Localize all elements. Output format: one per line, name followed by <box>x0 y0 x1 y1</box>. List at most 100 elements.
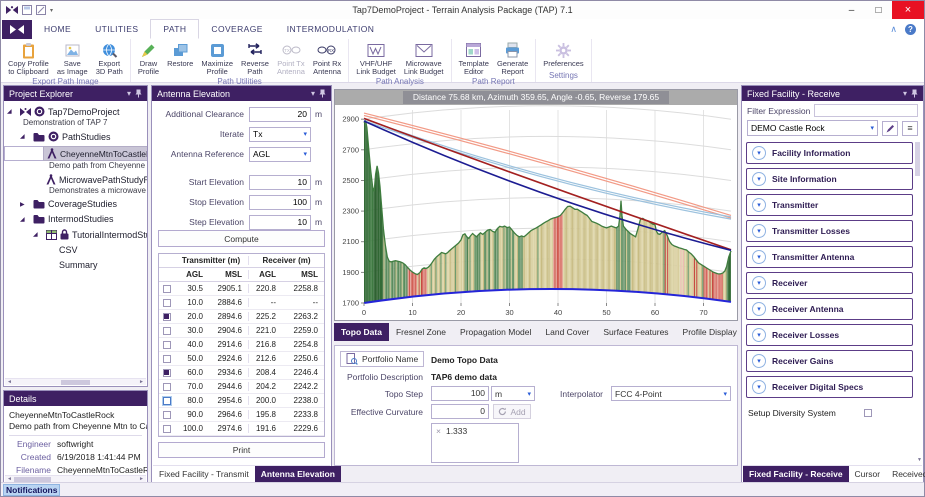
compute-button[interactable]: Compute <box>158 230 325 247</box>
qat-dropdown-arrow-icon[interactable]: ▾ <box>50 7 53 14</box>
table-row[interactable]: 40.02914.6216.82254.8 <box>159 338 324 352</box>
table-row[interactable]: 60.02934.6208.42246.4 <box>159 366 324 380</box>
expander-open-icon[interactable]: ◢ <box>20 216 30 223</box>
curvature-list[interactable]: ×1.333 <box>431 423 519 463</box>
row-checkbox[interactable] <box>163 299 171 307</box>
pin-icon[interactable] <box>319 89 326 98</box>
ribbon-button-draw-profile[interactable]: DrawProfile <box>134 40 163 76</box>
table-row[interactable]: 90.02964.6195.82233.8 <box>159 408 324 422</box>
row-checkbox[interactable] <box>163 397 171 405</box>
expand-section-icon[interactable]: ▾ <box>752 146 766 160</box>
qat-save-as-icon[interactable] <box>36 5 46 15</box>
ribbon-tab-coverage[interactable]: COVERAGE <box>199 19 274 39</box>
tab-received-field[interactable]: Received Field <box>886 466 925 482</box>
close-button[interactable]: × <box>892 1 924 19</box>
table-row[interactable]: 70.02944.6204.22242.2 <box>159 380 324 394</box>
expand-section-icon[interactable]: ▾ <box>752 172 766 186</box>
expand-section-icon[interactable]: ▾ <box>752 224 766 238</box>
table-row[interactable]: 30.02904.6221.02259.0 <box>159 324 324 338</box>
section-receiver[interactable]: ▾Receiver <box>746 272 913 294</box>
details-hscrollbar[interactable]: ◄► <box>5 475 146 482</box>
start-elevation-input[interactable]: 10 <box>249 175 311 190</box>
table-row[interactable]: 50.02924.6212.62250.6 <box>159 352 324 366</box>
row-checkbox[interactable] <box>163 355 171 363</box>
panel-menu-icon[interactable]: ▾ <box>311 89 315 98</box>
remove-icon[interactable]: × <box>436 426 441 436</box>
step-elevation-input[interactable]: 10 <box>249 215 311 230</box>
qat-save-icon[interactable] <box>22 5 32 15</box>
tree-item-coveragestudies[interactable]: ▶CoverageStudies <box>4 198 147 210</box>
ribbon-tab-home[interactable]: HOME <box>32 19 83 39</box>
ribbon-button-reverse-path[interactable]: ReversePath <box>237 40 273 76</box>
print-button[interactable]: Print <box>158 442 325 458</box>
tab-fixed-facility-receive[interactable]: Fixed Facility - Receive <box>743 466 849 482</box>
row-checkbox[interactable] <box>163 327 171 335</box>
ribbon-button-microwave-link-budget[interactable]: MicrowaveLink Budget <box>400 40 448 76</box>
facility-select[interactable]: DEMO Castle Rock▾ <box>747 120 878 136</box>
ribbon-button-preferences[interactable]: Preferences <box>539 40 587 68</box>
terrain-profile-plot[interactable]: 1700190021002300250027002900010203040506… <box>335 105 737 320</box>
scroll-right-icon[interactable]: ► <box>137 379 146 385</box>
expander-closed-icon[interactable]: ▶ <box>20 201 30 208</box>
expand-section-icon[interactable]: ▾ <box>752 250 766 264</box>
tab-profile-display[interactable]: Profile Display <box>676 323 744 341</box>
notifications-label[interactable]: Notifications <box>4 485 59 495</box>
scroll-down-icon[interactable]: ▼ <box>915 457 924 463</box>
tab-land-cover[interactable]: Land Cover <box>538 323 596 341</box>
row-checkbox[interactable] <box>163 369 171 377</box>
section-site-information[interactable]: ▾Site Information <box>746 168 913 190</box>
expand-section-icon[interactable]: ▾ <box>752 328 766 342</box>
expander-open-icon[interactable]: ◢ <box>20 133 30 140</box>
ribbon-button-save-as-image[interactable]: Saveas Image <box>53 40 92 76</box>
expand-section-icon[interactable]: ▾ <box>752 198 766 212</box>
setup-diversity-checkbox[interactable] <box>864 409 872 417</box>
maximize-button[interactable]: □ <box>865 1 892 19</box>
expand-section-icon[interactable]: ▾ <box>752 380 766 394</box>
minimize-button[interactable]: – <box>838 1 865 19</box>
section-receiver-gains[interactable]: ▾Receiver Gains <box>746 350 913 372</box>
iterate-select[interactable]: Tx▾ <box>249 127 311 142</box>
ribbon-button-restore[interactable]: Restore <box>163 40 197 68</box>
expand-section-icon[interactable]: ▾ <box>752 302 766 316</box>
ribbon-button-copy-profile-to-clipboard[interactable]: Copy Profileto Clipboard <box>4 40 53 76</box>
antenna-reference-select[interactable]: AGL▾ <box>249 147 311 162</box>
ribbon-tab-intermodulation[interactable]: INTERMODULATION <box>275 19 387 39</box>
effective-curvature-input[interactable]: 0 <box>431 404 489 419</box>
expander-open-icon[interactable]: ◢ <box>33 231 43 238</box>
expander-open-icon[interactable]: ◢ <box>7 108 17 115</box>
ribbon-button-template-editor[interactable]: TemplateEditor <box>455 40 493 76</box>
ribbon-button-point-rx-antenna[interactable]: RXPoint RxAntenna <box>309 40 345 76</box>
tree-item-intermodstudies[interactable]: ◢IntermodStudies <box>4 213 147 225</box>
tree-item-csv[interactable]: CSV <box>4 244 147 256</box>
interpolator-select[interactable]: FCC 4-Point▾ <box>611 386 731 401</box>
topo-step-input[interactable]: 100 <box>431 386 489 401</box>
section-facility-information[interactable]: ▾Facility Information <box>746 142 913 164</box>
ribbon-tab-path[interactable]: PATH <box>150 19 199 39</box>
panel-menu-icon[interactable]: ▾ <box>127 89 131 98</box>
ribbon-button-export-3d-path[interactable]: Export3D Path <box>92 40 127 76</box>
expand-section-icon[interactable]: ▾ <box>752 276 766 290</box>
section-receiver-digital-specs[interactable]: ▾Receiver Digital Specs <box>746 376 913 398</box>
section-receiver-losses[interactable]: ▾Receiver Losses <box>746 324 913 346</box>
section-transmitter[interactable]: ▾Transmitter <box>746 194 913 216</box>
tab-surface-features[interactable]: Surface Features <box>596 323 675 341</box>
table-row[interactable]: 100.02974.6191.62229.6 <box>159 422 324 436</box>
expand-section-icon[interactable]: ▾ <box>752 354 766 368</box>
tab-antenna-elevation[interactable]: Antenna Elevation <box>255 466 341 482</box>
receive-panel-vscrollbar[interactable]: ▼ <box>915 142 921 461</box>
panel-menu-icon[interactable]: ▾ <box>903 89 907 98</box>
tree-item-summary[interactable]: Summary <box>4 259 147 271</box>
tab-fixed-facility-transmit[interactable]: Fixed Facility - Transmit <box>153 466 255 482</box>
file-menu-button[interactable] <box>2 20 32 39</box>
row-checkbox[interactable] <box>163 383 171 391</box>
table-row[interactable]: 30.52905.1220.82258.8 <box>159 282 324 296</box>
tab-propagation-model[interactable]: Propagation Model <box>453 323 538 341</box>
tree-item-cheyennemtntocastler[interactable]: CheyenneMtnToCastleR <box>4 146 147 161</box>
row-checkbox[interactable] <box>163 313 171 321</box>
project-tree-hscrollbar[interactable]: ◄► <box>5 378 146 385</box>
section-transmitter-antenna[interactable]: ▾Transmitter Antenna <box>746 246 913 268</box>
ribbon-button-generate-report[interactable]: GenerateReport <box>493 40 532 76</box>
row-checkbox[interactable] <box>163 411 171 419</box>
tree-item-pathstudies[interactable]: ◢PathStudies <box>4 130 147 143</box>
row-checkbox[interactable] <box>163 341 171 349</box>
